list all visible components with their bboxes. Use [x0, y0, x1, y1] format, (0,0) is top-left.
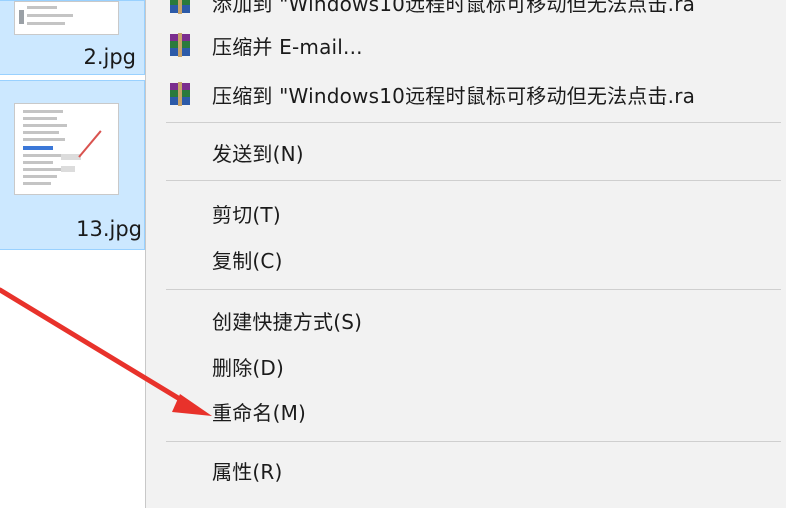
menu-item-rename[interactable]: 重命名(M): [146, 391, 786, 431]
menu-item-delete[interactable]: 删除(D): [146, 346, 786, 386]
menu-item-compress-email[interactable]: 压缩并 E-mail...: [146, 25, 786, 65]
winrar-icon: [170, 82, 190, 106]
file-tile-2-jpg[interactable]: 2.jpg: [0, 0, 145, 75]
menu-item-copy[interactable]: 复制(C): [146, 239, 786, 279]
menu-item-cut[interactable]: 剪切(T): [146, 193, 786, 233]
file-name: 13.jpg: [76, 217, 142, 241]
menu-item-label: 删除(D): [212, 355, 285, 380]
winrar-icon: [170, 33, 190, 57]
menu-item-label: 复制(C): [212, 248, 283, 273]
menu-item-label: 压缩到 "Windows10远程时鼠标可移动但无法点击.ra: [212, 83, 696, 108]
menu-separator: [166, 180, 781, 181]
menu-item-create-shortcut[interactable]: 创建快捷方式(S): [146, 300, 786, 340]
menu-item-label: 添加到 "Windows10远程时鼠标可移动但无法点击.ra: [212, 0, 696, 16]
menu-separator: [166, 122, 781, 123]
menu-item-label: 重命名(M): [212, 400, 307, 425]
menu-item-properties[interactable]: 属性(R): [146, 450, 786, 490]
menu-separator: [166, 441, 781, 442]
file-list: 2.jpg 13.jpg: [0, 0, 148, 503]
menu-item-label: 剪切(T): [212, 202, 281, 227]
menu-item-label: 压缩并 E-mail...: [212, 34, 363, 59]
menu-item-label: 属性(R): [212, 459, 283, 484]
winrar-icon: [170, 0, 190, 14]
menu-separator: [166, 289, 781, 290]
menu-item-label: 创建快捷方式(S): [212, 309, 363, 334]
file-thumbnail: [14, 1, 119, 35]
file-thumbnail: [14, 103, 119, 195]
file-tile-13-jpg[interactable]: 13.jpg: [0, 80, 145, 250]
menu-item-add-to-archive[interactable]: 添加到 "Windows10远程时鼠标可移动但无法点击.ra: [146, 0, 786, 22]
menu-item-label: 发送到(N): [212, 141, 304, 166]
menu-item-compress-to-rar[interactable]: 压缩到 "Windows10远程时鼠标可移动但无法点击.ra: [146, 74, 786, 114]
context-menu: 添加到 "Windows10远程时鼠标可移动但无法点击.ra 压缩并 E-mai…: [145, 0, 786, 508]
file-name: 2.jpg: [83, 45, 136, 69]
menu-item-send-to[interactable]: 发送到(N): [146, 132, 786, 172]
